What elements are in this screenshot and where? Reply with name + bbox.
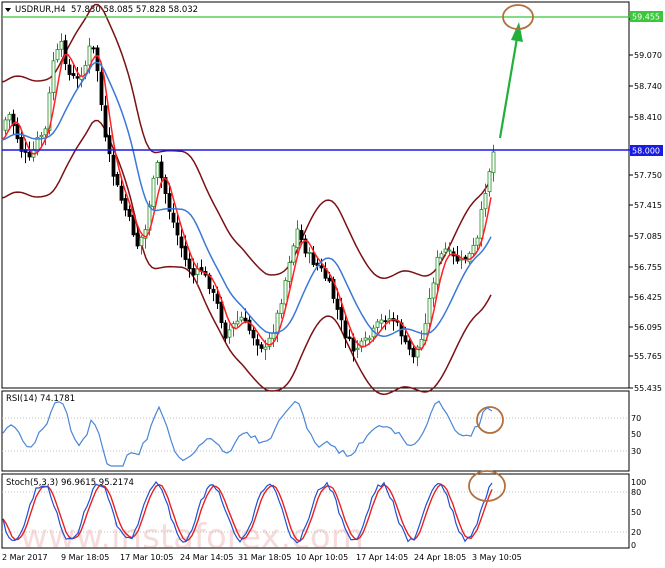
candle: [223, 320, 228, 342]
stoch-tick: 100: [631, 478, 646, 487]
stoch-tick: 80: [631, 488, 641, 497]
watermark: www.instaforex.com: [20, 517, 364, 557]
chart-window[interactable]: USDRUR,H4 57.830 58.085 57.828 58.032 59…: [0, 0, 665, 568]
price-axis: 59.070 58.740 58.410 57.750 57.415 57.085 56.7…: [629, 18, 662, 393]
time-tick: 3 May 10:05: [472, 553, 522, 562]
time-tick: 2 Mar 2017: [2, 553, 48, 562]
stoch-tick: 50: [631, 508, 641, 517]
rsi-frame[interactable]: [1, 390, 630, 472]
time-tick: 10 Apr 10:05: [296, 553, 348, 562]
price-tick: 57.415: [634, 201, 662, 210]
time-tick: 31 Mar 18:05: [238, 553, 291, 562]
price-tick: 56.095: [634, 323, 662, 332]
level-price-tag-text: 58.000: [632, 147, 660, 156]
time-axis: 2 Mar 2017 9 Mar 18:05 17 Mar 10:05 24 Mar …: [2, 553, 522, 562]
time-tick: 17 Mar 10:05: [120, 553, 173, 562]
candle: [151, 175, 156, 210]
price-tick: 59.070: [634, 51, 662, 60]
stoch-tick: 0: [631, 541, 636, 550]
time-tick: 24 Apr 18:05: [414, 553, 466, 562]
rsi-tick: 30: [631, 447, 641, 456]
symbol-label: USDRUR,H4: [15, 5, 66, 15]
current-price-tag-text: 59.455: [632, 13, 660, 22]
rsi-tick: 70: [631, 414, 641, 423]
time-tick: 17 Apr 14:05: [356, 553, 408, 562]
candle: [467, 251, 472, 264]
rsi-tick: 50: [631, 430, 641, 439]
rsi-axis: 70 50 30: [631, 414, 641, 456]
price-tick: 56.425: [634, 293, 662, 302]
rsi-label: RSI(14) 74.1781: [6, 394, 75, 404]
time-tick: 9 Mar 18:05: [61, 553, 109, 562]
price-tick: 55.435: [634, 384, 662, 393]
stoch-tick: 20: [631, 528, 641, 537]
price-tick: 58.740: [634, 82, 662, 91]
price-tick: 55.765: [634, 352, 662, 361]
price-tick: 58.410: [634, 113, 662, 122]
price-tick: 57.750: [634, 171, 662, 180]
price-tick: 56.755: [634, 263, 662, 272]
stoch-axis: 10080 50 20 0: [631, 478, 646, 550]
stoch-label: Stoch(5,3,3) 96.9615 95.2174: [6, 478, 134, 488]
time-tick: 24 Mar 14:05: [180, 553, 233, 562]
candle: [291, 243, 296, 266]
price-tick: 57.085: [634, 232, 662, 241]
